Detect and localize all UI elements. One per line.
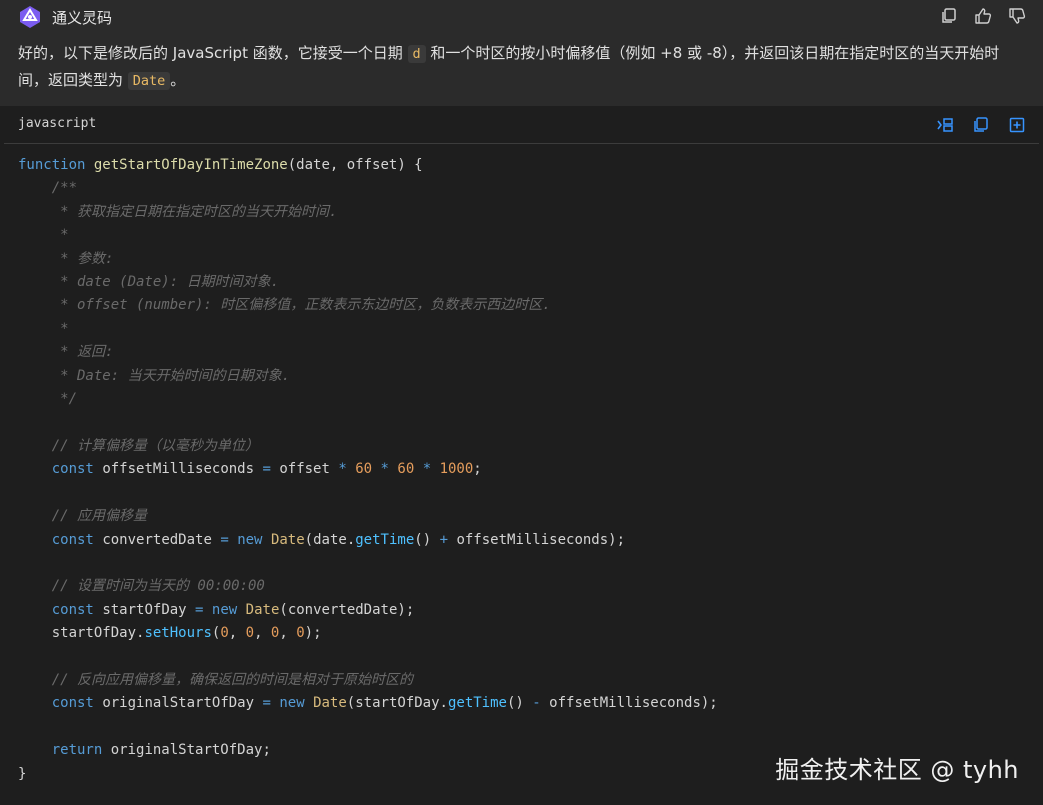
code-language-label: javascript — [18, 116, 97, 131]
thumbs-down-icon[interactable] — [1007, 6, 1027, 26]
comment: * 返回: — [18, 344, 114, 361]
insert-icon[interactable] — [935, 115, 955, 135]
identifier: offsetMilliseconds — [456, 531, 609, 548]
tongyi-logo-icon — [20, 6, 40, 28]
comment: * Date: 当天开始时间的日期对象. — [18, 367, 291, 384]
keyword: const — [51, 531, 94, 548]
keyword: const — [51, 695, 94, 712]
number: 60 — [397, 461, 415, 478]
class-name: Date — [245, 601, 280, 618]
number: 0 — [296, 625, 305, 642]
number: 60 — [355, 461, 373, 478]
watermark: 掘金技术社区 @ tyhh — [775, 756, 1019, 784]
message-actions — [939, 6, 1027, 26]
comment: /** — [18, 180, 78, 197]
number: 0 — [220, 625, 229, 642]
comment: */ — [18, 391, 78, 408]
comment: // 应用偏移量 — [18, 508, 148, 525]
new-file-icon[interactable] — [1007, 115, 1027, 135]
comment: * 参数: — [18, 250, 114, 267]
code-content: function getStartOfDayInTimeZone(date, o… — [18, 157, 718, 782]
method: setHours — [144, 625, 212, 642]
code-block-actions — [935, 115, 1027, 135]
keyword: return — [51, 742, 103, 759]
identifier: startOfDay — [51, 625, 137, 642]
identifier: offset — [279, 461, 330, 478]
identifier: originalStartOfDay — [102, 695, 255, 712]
identifier: originalStartOfDay — [110, 742, 263, 759]
code-text: } — [18, 765, 27, 782]
identifier: offsetMilliseconds — [102, 461, 255, 478]
comment: * 获取指定日期在指定时区的当天开始时间. — [18, 203, 338, 220]
keyword: new — [237, 531, 263, 548]
code-block: javascript function getStartOfDayInTimeZ… — [4, 106, 1039, 805]
message-text: 好的，以下是修改后的 JavaScript 函数，它接受一个日期 d 和一个时区… — [18, 40, 1028, 94]
assistant-message: 通义灵码 好的，以下是修改后的 JavaScript 函数，它接受一个日期 d … — [0, 0, 1043, 106]
class-name: Date — [270, 531, 305, 548]
keyword: new — [211, 601, 238, 618]
identifier: offsetMilliseconds — [549, 695, 701, 712]
comment: * — [18, 227, 69, 244]
comment: // 设置时间为当天的 00:00:00 — [18, 578, 265, 595]
message-header: 通义灵码 — [18, 4, 112, 30]
comment: // 计算偏移量（以毫秒为单位） — [18, 437, 260, 454]
comment: * offset (number): 时区偏移值，正数表示东边时区，负数表示西边… — [18, 297, 551, 314]
copy-icon[interactable] — [939, 6, 959, 26]
inline-code: d — [407, 45, 426, 63]
thumbs-up-icon[interactable] — [973, 6, 993, 26]
comment: * date (Date): 日期时间对象. — [18, 274, 280, 291]
identifier: convertedDate — [102, 531, 212, 548]
inline-code: Date — [127, 72, 171, 90]
comment: * — [18, 320, 69, 337]
number: 1000 — [439, 461, 474, 478]
number: 0 — [245, 625, 255, 642]
copy-code-icon[interactable] — [971, 115, 991, 135]
identifier: convertedDate — [287, 601, 398, 618]
identifier: startOfDay — [102, 601, 187, 618]
identifier: date — [313, 531, 347, 548]
keyword: const — [51, 461, 94, 478]
function-name: getStartOfDayInTimeZone — [93, 157, 288, 173]
number: 0 — [270, 625, 280, 642]
code-text: (date, offset) { — [287, 157, 423, 173]
class-name: Date — [313, 695, 347, 712]
message-text-segment: 好的，以下是修改后的 JavaScript 函数，它接受一个日期 — [18, 44, 408, 62]
identifier: startOfDay — [355, 695, 440, 712]
message-text-segment: 。 — [170, 71, 186, 89]
keyword: new — [279, 695, 305, 712]
comment: // 反向应用偏移量，确保返回的时间是相对于原始时区的 — [18, 671, 413, 688]
keyword: function — [18, 157, 86, 173]
keyword: const — [51, 601, 94, 618]
assistant-name: 通义灵码 — [52, 8, 113, 27]
method: getTime — [447, 695, 507, 712]
method: getTime — [355, 531, 415, 548]
code-block-header: javascript — [4, 106, 1039, 144]
